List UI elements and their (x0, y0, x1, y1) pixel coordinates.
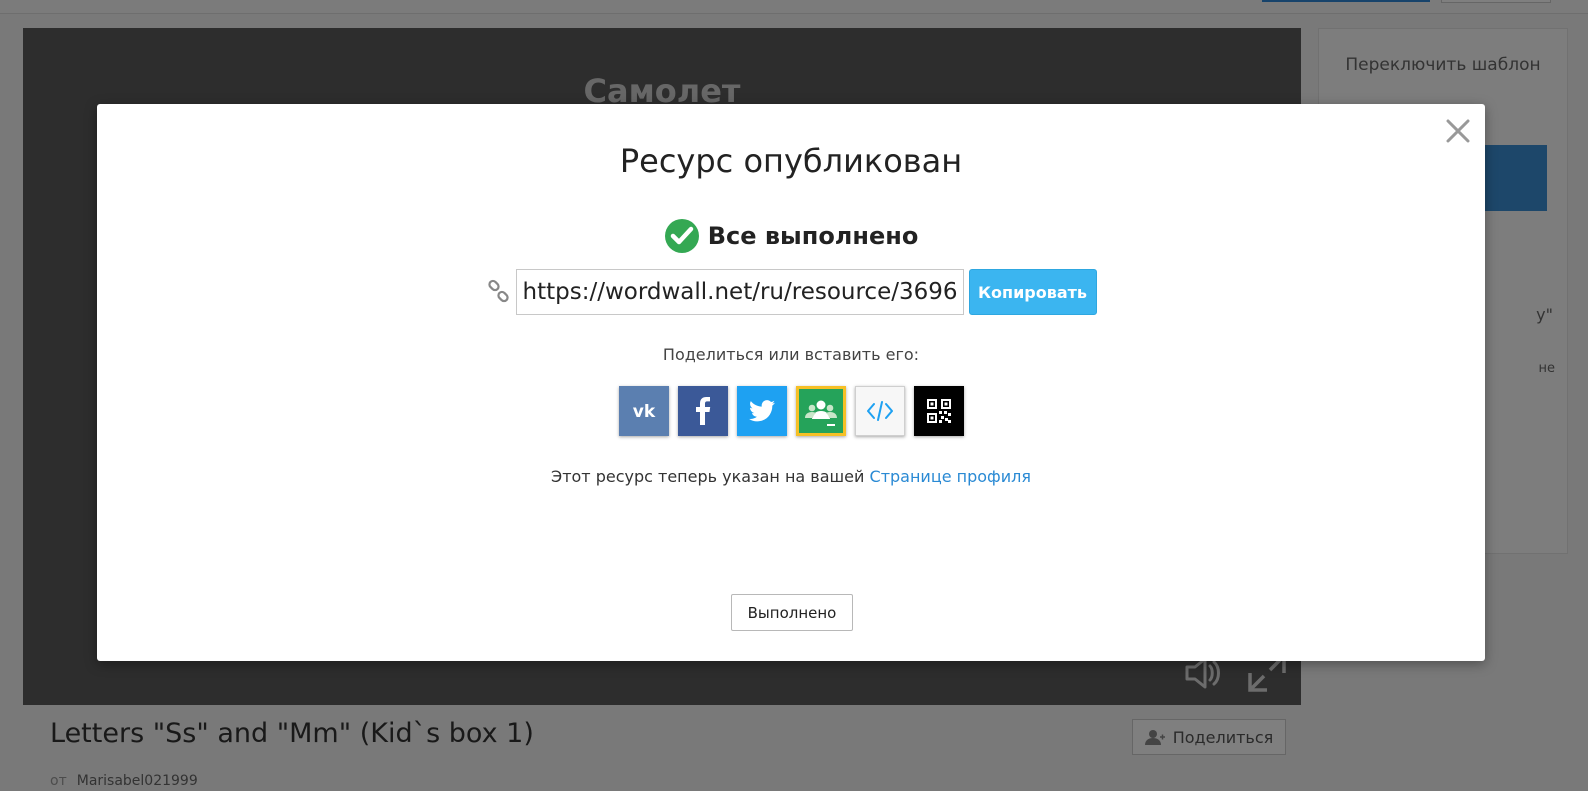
share-buttons: vk (97, 386, 1485, 436)
svg-text:vk: vk (632, 402, 655, 421)
twitter-icon (748, 400, 775, 422)
twitter-share-button[interactable] (736, 386, 787, 436)
code-icon (866, 401, 893, 421)
vk-icon: vk (632, 402, 655, 421)
facebook-share-button[interactable] (677, 386, 728, 436)
profile-notice: Этот ресурс теперь указан на вашей Стран… (97, 467, 1485, 486)
google-classroom-share-button[interactable] (795, 386, 846, 436)
publish-dialog: Ресурс опубликован Все выполнено Копиров… (97, 104, 1485, 661)
qr-code-button[interactable] (913, 386, 964, 436)
profile-notice-text: Этот ресурс теперь указан на вашей (551, 467, 865, 486)
status-row: Все выполнено (97, 218, 1485, 254)
check-circle-icon (664, 218, 700, 254)
qr-code-icon (926, 399, 951, 423)
share-label: Поделиться или вставить его: (662, 345, 920, 364)
classroom-icon (804, 400, 837, 426)
dialog-title: Ресурс опубликован (619, 142, 963, 180)
profile-page-link[interactable]: Странице профиля (870, 467, 1031, 486)
link-row: Копировать (97, 269, 1485, 315)
status-text: Все выполнено (707, 222, 919, 250)
vk-share-button[interactable]: vk (618, 386, 669, 436)
resource-url-input[interactable] (515, 269, 964, 315)
copy-button[interactable]: Копировать (968, 269, 1097, 315)
embed-code-button[interactable] (854, 386, 905, 436)
done-button[interactable]: Выполнено (731, 594, 853, 631)
facebook-icon (695, 397, 710, 425)
link-icon (486, 279, 512, 305)
